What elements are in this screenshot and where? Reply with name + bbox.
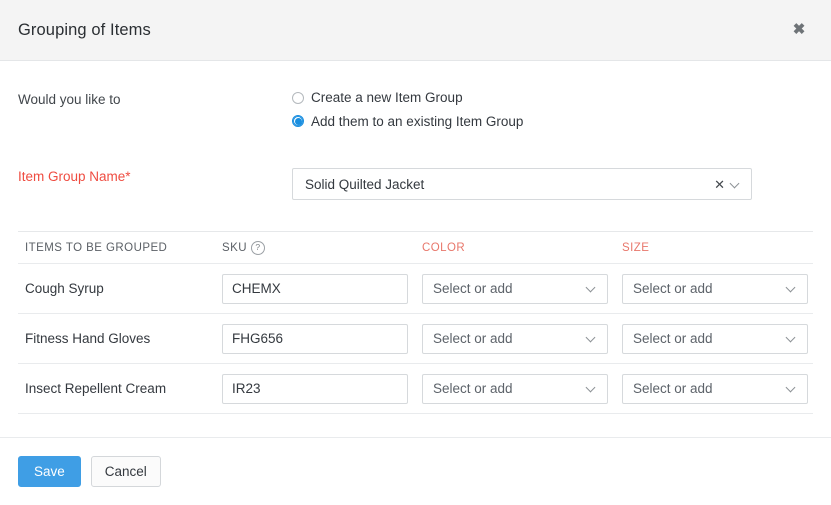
close-icon[interactable]: ✖ xyxy=(788,18,810,40)
chevron-down-icon[interactable] xyxy=(787,334,796,343)
item-group-name-value: Solid Quilted Jacket xyxy=(305,177,710,192)
table-row: Fitness Hand Gloves Select or add Select… xyxy=(18,314,813,364)
chevron-down-icon[interactable] xyxy=(787,384,796,393)
color-cell: Select or add xyxy=(422,324,622,354)
size-cell: Select or add xyxy=(622,324,813,354)
table-row: Insect Repellent Cream Select or add Sel… xyxy=(18,364,813,414)
dialog-footer: Save Cancel xyxy=(0,437,831,487)
sku-cell xyxy=(222,324,422,354)
column-header-color: COLOR xyxy=(422,242,622,254)
column-header-size: SIZE xyxy=(622,242,813,254)
sku-cell xyxy=(222,274,422,304)
color-select-value: Select or add xyxy=(433,331,587,346)
grouping-of-items-dialog: Grouping of Items ✖ Would you like to Cr… xyxy=(0,0,831,505)
grouping-choice-label: Would you like to xyxy=(18,91,292,107)
sku-input[interactable] xyxy=(222,324,408,354)
size-cell: Select or add xyxy=(622,274,813,304)
color-select-value: Select or add xyxy=(433,381,587,396)
item-group-name-label: Item Group Name* xyxy=(18,168,292,184)
color-select-value: Select or add xyxy=(433,281,587,296)
column-header-sku-label: SKU xyxy=(222,242,247,254)
size-select-value: Select or add xyxy=(633,281,787,296)
table-header-row: ITEMS TO BE GROUPED SKU ? COLOR SIZE xyxy=(18,232,813,264)
radio-add-to-existing-item-group[interactable]: Add them to an existing Item Group xyxy=(292,115,523,129)
chevron-down-icon[interactable] xyxy=(731,180,740,189)
radio-create-new-item-group[interactable]: Create a new Item Group xyxy=(292,91,523,105)
sku-cell xyxy=(222,374,422,404)
item-name: Cough Syrup xyxy=(18,281,222,296)
color-cell: Select or add xyxy=(422,374,622,404)
grouping-choice-options: Create a new Item Group Add them to an e… xyxy=(292,91,523,128)
color-select[interactable]: Select or add xyxy=(422,374,608,404)
color-select[interactable]: Select or add xyxy=(422,324,608,354)
item-name: Fitness Hand Gloves xyxy=(18,331,222,346)
help-icon[interactable]: ? xyxy=(251,241,265,255)
chevron-down-icon[interactable] xyxy=(587,384,596,393)
chevron-down-icon[interactable] xyxy=(787,284,796,293)
sku-input[interactable] xyxy=(222,274,408,304)
size-select-value: Select or add xyxy=(633,331,787,346)
dialog-body: Would you like to Create a new Item Grou… xyxy=(0,61,831,414)
size-select[interactable]: Select or add xyxy=(622,374,808,404)
size-select[interactable]: Select or add xyxy=(622,274,808,304)
column-header-item: ITEMS TO BE GROUPED xyxy=(18,242,222,254)
radio-label: Create a new Item Group xyxy=(311,91,463,105)
grouping-choice-row: Would you like to Create a new Item Grou… xyxy=(18,61,813,128)
items-table: ITEMS TO BE GROUPED SKU ? COLOR SIZE Cou… xyxy=(18,231,813,414)
dialog-header: Grouping of Items ✖ xyxy=(0,0,831,61)
item-group-name-row: Item Group Name* Solid Quilted Jacket ✕ xyxy=(18,128,813,200)
chevron-down-icon[interactable] xyxy=(587,284,596,293)
color-cell: Select or add xyxy=(422,274,622,304)
radio-mark-icon xyxy=(292,92,304,104)
color-select[interactable]: Select or add xyxy=(422,274,608,304)
size-select-value: Select or add xyxy=(633,381,787,396)
dialog-title: Grouping of Items xyxy=(18,21,151,40)
size-select[interactable]: Select or add xyxy=(622,324,808,354)
radio-mark-icon xyxy=(292,115,304,127)
cancel-button[interactable]: Cancel xyxy=(91,456,161,487)
chevron-down-icon[interactable] xyxy=(587,334,596,343)
item-name: Insect Repellent Cream xyxy=(18,381,222,396)
table-row: Cough Syrup Select or add Select or add xyxy=(18,264,813,314)
sku-input[interactable] xyxy=(222,374,408,404)
column-header-sku: SKU ? xyxy=(222,241,422,255)
size-cell: Select or add xyxy=(622,374,813,404)
save-button[interactable]: Save xyxy=(18,456,81,487)
radio-label: Add them to an existing Item Group xyxy=(311,115,523,129)
item-group-name-select[interactable]: Solid Quilted Jacket ✕ xyxy=(292,168,752,200)
clear-selection-icon[interactable]: ✕ xyxy=(710,178,731,191)
